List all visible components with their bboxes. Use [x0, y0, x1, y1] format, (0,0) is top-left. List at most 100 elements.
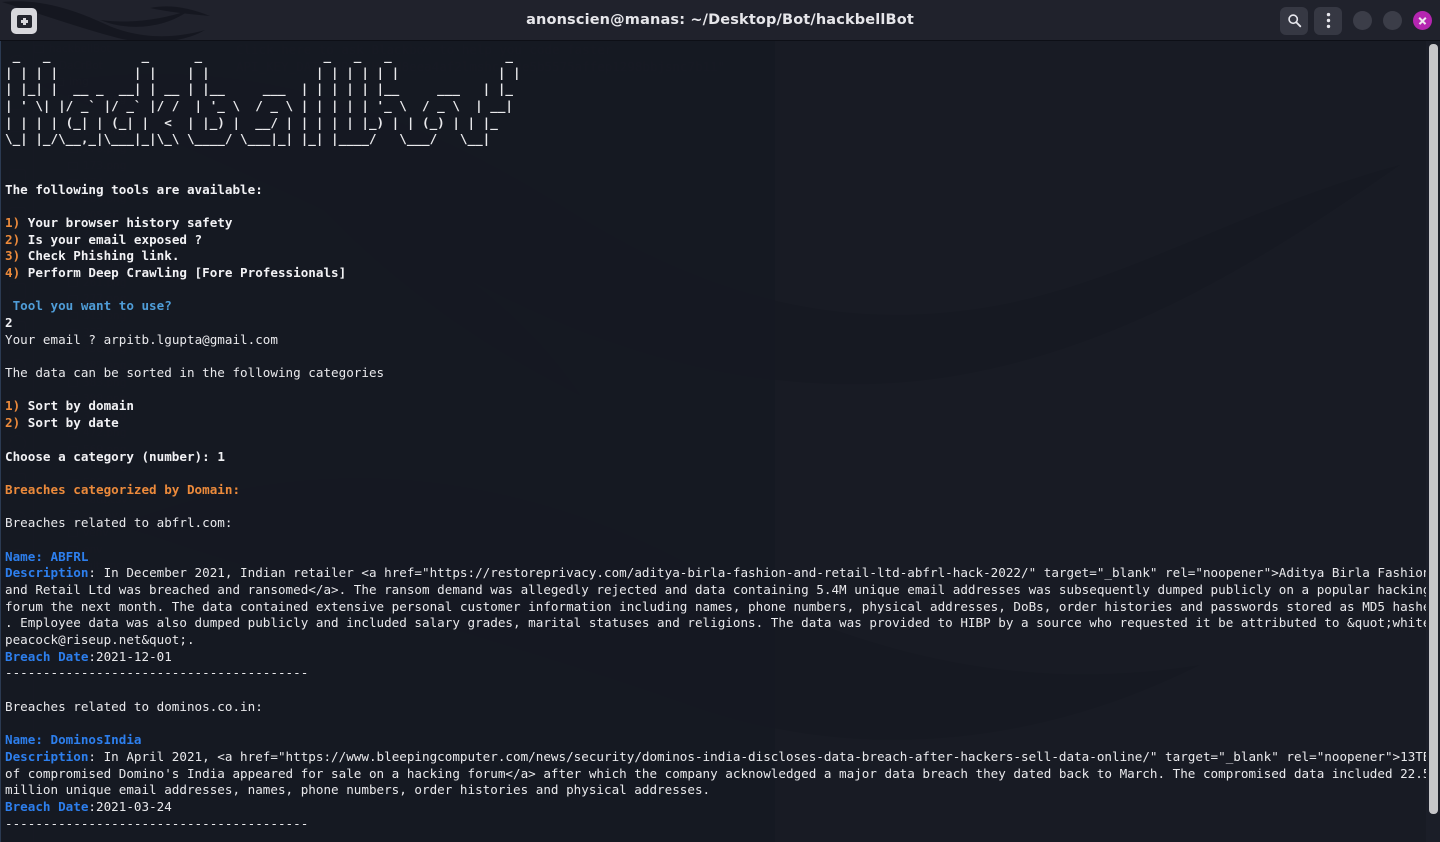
breach-group-header-text: Breaches related to abfrl.com: — [5, 515, 233, 531]
terminal-window: hackbellBotDaCrBotimg107.png119.png143.p… — [0, 0, 1440, 842]
menu-button[interactable] — [1314, 6, 1342, 35]
search-button[interactable] — [1280, 6, 1308, 35]
section-heading: Breaches categorized by Domain: — [5, 482, 1440, 499]
tool-prompt-text: Tool you want to use? — [5, 298, 172, 314]
email-prompt-label: Your email ? — [5, 331, 104, 347]
minimize-button[interactable] — [1353, 11, 1372, 30]
breach-date-label: Breach Date — [5, 648, 89, 664]
breach-separator-text: ---------------------------------------- — [5, 815, 309, 831]
sort-intro: The data can be sorted in the following … — [5, 365, 1440, 382]
tool-item-label[interactable]: Is your email exposed ? — [20, 232, 202, 247]
tool-item-number[interactable]: 4) — [5, 265, 20, 280]
breach-name-line: Name: DominosIndia — [5, 732, 1440, 749]
breach-name-line: Name: ABFRL — [5, 549, 1440, 566]
breach-name-label: Name: — [5, 548, 51, 564]
breach-description-text: . Employee data was also dumped publicly… — [5, 615, 1439, 631]
email-value: arpitb.lgupta@gmail.com — [103, 331, 278, 347]
breach-name-value: ABFRL — [50, 548, 89, 564]
breach-description-line: forum the next month. The data contained… — [5, 599, 1440, 616]
tool-answer-value: 2 — [5, 315, 13, 330]
sort-option-label[interactable]: Sort by domain — [20, 398, 134, 413]
tool-item-number[interactable]: 3) — [5, 248, 20, 263]
breach-description-line: million unique email addresses, names, p… — [5, 782, 1440, 799]
breach-separator-text: ---------------------------------------- — [5, 665, 309, 681]
tool-item: 4) Perform Deep Crawling [Fore Professio… — [5, 265, 1440, 282]
breach-description-line: and Retail Ltd was breached and ransomed… — [5, 582, 1440, 599]
breach-description-line: peacock@riseup.net&quot;. — [5, 632, 1440, 649]
category-line: Choose a category (number): 1 — [5, 449, 1440, 466]
tools-intro: The following tools are available: — [5, 182, 1440, 199]
tool-item-label[interactable]: Check Phishing link. — [20, 248, 180, 263]
terminal-output: _ _ _ _ _ _ _ _ | | | | | | | | | | | | … — [0, 41, 1440, 842]
breach-description-text: million unique email addresses, names, p… — [5, 782, 711, 798]
scrollbar-thumb[interactable] — [1429, 44, 1438, 814]
sort-option-number[interactable]: 1) — [5, 398, 20, 413]
close-button[interactable] — [1413, 11, 1432, 30]
ascii-banner-line: | ' \| |/ _` |/ _` |/ / | '_ \ / _ \ | |… — [5, 98, 513, 114]
breach-date-line: Breach Date:2021-12-01 — [5, 649, 1440, 666]
kebab-menu-icon — [1326, 12, 1330, 29]
sort-option-number[interactable]: 2) — [5, 415, 20, 430]
breach-date-value: :2021-12-01 — [88, 648, 172, 664]
terminal-glyph — [16, 14, 32, 28]
window-title: anonscien@manas: ~/Desktop/Bot/hackbellB… — [526, 12, 914, 28]
breach-group-header: Breaches related to dominos.co.in: — [5, 699, 1440, 716]
sort-intro-text: The data can be sorted in the following … — [5, 365, 385, 381]
breach-description-line: Description: In April 2021, <a href="htt… — [5, 749, 1440, 766]
tool-item-number[interactable]: 1) — [5, 215, 20, 230]
breach-description-line: of compromised Domino's India appeared f… — [5, 766, 1440, 783]
tool-item-number[interactable]: 2) — [5, 232, 20, 247]
breach-description-line: Description: In December 2021, Indian re… — [5, 565, 1440, 582]
ascii-banner: _ _ _ _ _ _ _ _ | | | | | | | | | | | | … — [5, 48, 1440, 148]
breach-description-line: . Employee data was also dumped publicly… — [5, 615, 1440, 632]
titlebar-controls — [1280, 0, 1432, 40]
tool-item: 2) Is your email exposed ? — [5, 232, 1440, 249]
tool-item: 1) Your browser history safety — [5, 215, 1440, 232]
breach-description-text: peacock@riseup.net&quot;. — [5, 632, 195, 648]
section-heading-text: Breaches categorized by Domain: — [5, 481, 241, 497]
breach-name-value: DominosIndia — [50, 732, 142, 748]
breach-description-text: and Retail Ltd was breached and ransomed… — [5, 582, 1439, 597]
breach-separator: ---------------------------------------- — [5, 665, 1440, 682]
breach-name-label: Name: — [5, 732, 51, 748]
ascii-banner-line: | |_| | __ _ __| | __ | |__ ___ | | | | … — [5, 81, 521, 97]
terminal-icon[interactable] — [11, 8, 37, 34]
tool-item-label[interactable]: Your browser history safety — [20, 215, 233, 230]
window-titlebar[interactable]: anonscien@manas: ~/Desktop/Bot/hackbellB… — [0, 0, 1440, 41]
category-answer-value: 1 — [217, 448, 225, 464]
breach-group-header: Breaches related to abfrl.com: — [5, 515, 1440, 532]
breach-description-label: Description — [5, 748, 89, 764]
search-icon — [1287, 14, 1301, 28]
tool-item-label[interactable]: Perform Deep Crawling [Fore Professional… — [20, 265, 346, 280]
ascii-banner-line: | | | | | | | | | | | | | | | | — [5, 64, 536, 80]
ascii-banner-line: | | | | (_| | (_| | < | |_) | __/ | | | … — [5, 114, 506, 130]
email-line: Your email ? arpitb.lgupta@gmail.com — [5, 332, 1440, 349]
breach-group-header-text: Breaches related to dominos.co.in: — [5, 698, 263, 714]
ascii-banner-line: \_| |_/\__,_|\___|_|\_\ \____/ \___|_| |… — [5, 131, 491, 147]
breach-separator: ---------------------------------------- — [5, 816, 1440, 833]
breach-description-text: forum the next month. The data contained… — [5, 598, 1439, 614]
maximize-button[interactable] — [1383, 11, 1402, 30]
sort-option-label[interactable]: Sort by date — [20, 415, 119, 430]
breach-description-text: : In April 2021, <a href="https://www.bl… — [88, 748, 1439, 764]
tools-intro-text: The following tools are available: — [5, 181, 263, 197]
ascii-banner-line: _ _ _ _ _ _ _ _ — [5, 48, 536, 63]
breach-date-value: :2021-03-24 — [88, 798, 172, 814]
breach-description-label: Description — [5, 565, 89, 581]
breach-date-line: Breach Date:2021-03-24 — [5, 799, 1440, 816]
close-icon — [1418, 16, 1427, 25]
sort-option: 2) Sort by date — [5, 415, 1440, 432]
breach-description-text: of compromised Domino's India appeared f… — [5, 765, 1439, 781]
breach-description-text: : In December 2021, Indian retailer <a h… — [88, 565, 1439, 581]
